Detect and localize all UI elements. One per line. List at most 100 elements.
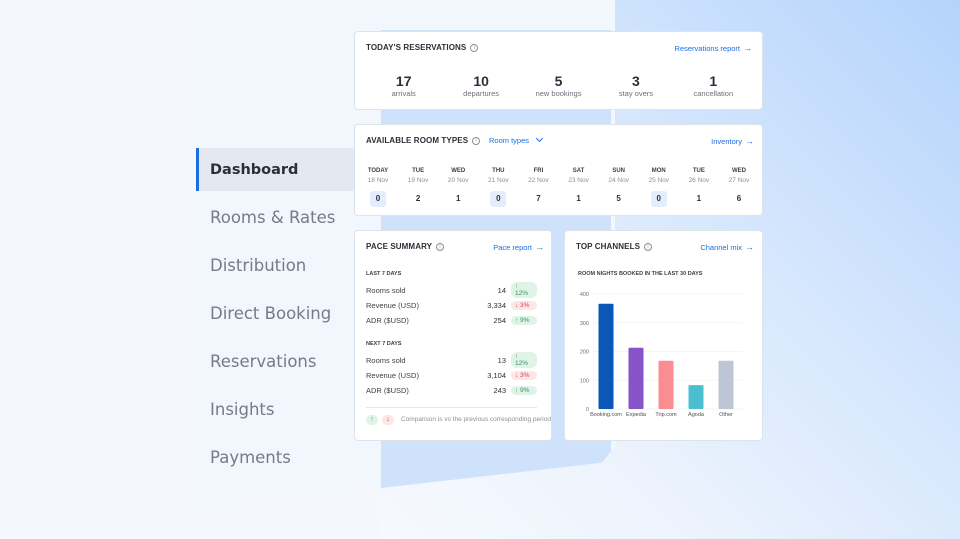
day-name: TUE: [692, 168, 705, 174]
day-column[interactable]: TUE 26 Nov 1: [684, 167, 714, 207]
available-count: 6: [736, 194, 742, 203]
pace-row: ADR ($USD) 243 ↑ 9%: [366, 383, 537, 397]
card-title: PACE SUMMARY i: [366, 242, 445, 251]
available-count: 0: [370, 191, 386, 207]
sidebar-item-direct-booking[interactable]: Direct Booking: [196, 292, 354, 335]
comparison-legend: ↑ ↓ Comparison is vs the previous corres…: [366, 415, 551, 425]
metric-value: 3,104: [487, 370, 506, 380]
day-date: 25 Nov: [648, 177, 670, 184]
card-title: AVAILABLE ROOM TYPES i: [366, 136, 481, 145]
day-name: FRI: [533, 168, 544, 174]
arrow-up-icon: ↑: [366, 415, 378, 425]
stat-label: departures: [463, 89, 500, 98]
day-column[interactable]: WED 27 Nov 6: [724, 167, 754, 207]
availability-days: TODAY 18 Nov 0 TUE 19 Nov 2 WED 20 Nov 1 TH…: [363, 167, 754, 207]
room-types-dropdown[interactable]: Room types: [489, 134, 544, 145]
inventory-link[interactable]: Inventory →: [711, 136, 754, 146]
day-column[interactable]: THU 21 Nov 0: [483, 167, 513, 207]
top-channels-card: TOP CHANNELS i Channel mix → ROOM NIGHTS …: [564, 230, 763, 441]
bar-trip-com[interactable]: [658, 360, 674, 409]
bar-other[interactable]: [718, 360, 734, 409]
arrow-right-icon: →: [745, 242, 754, 252]
stat-stay-overs[interactable]: 3 stay overs: [597, 73, 674, 99]
y-tick-label: 0: [586, 407, 589, 413]
metric-value: 254: [493, 315, 506, 325]
metric-value: 14: [497, 285, 506, 295]
info-icon[interactable]: i: [644, 242, 653, 251]
channel-mix-link[interactable]: Channel mix →: [700, 242, 754, 252]
stat-label: stay overs: [618, 89, 654, 98]
available-count: 5: [616, 194, 621, 203]
arrow-down-icon: ↓: [382, 415, 394, 425]
available-count: 1: [576, 194, 581, 203]
sidebar-item-payments[interactable]: Payments: [196, 436, 354, 479]
sidebar-item-rooms-rates[interactable]: Rooms & Rates: [196, 196, 354, 239]
day-name: THU: [492, 168, 505, 174]
day-date: 20 Nov: [447, 177, 469, 184]
day-column[interactable]: SAT 23 Nov 1: [564, 167, 594, 207]
day-date: 21 Nov: [488, 177, 509, 184]
arrow-right-icon: →: [745, 136, 754, 146]
stat-new-bookings[interactable]: 5 new bookings: [520, 73, 597, 99]
bar-expedia[interactable]: [628, 347, 644, 409]
change-badge: ↑ 9%: [511, 315, 537, 325]
stat-value: 17: [395, 73, 412, 89]
day-name: SAT: [572, 168, 585, 174]
stat-value: 10: [473, 73, 489, 89]
card-title: TODAY'S RESERVATIONS i: [366, 43, 479, 52]
bar-booking-com[interactable]: [598, 303, 614, 409]
stat-departures[interactable]: 10 departures: [442, 73, 519, 99]
info-icon[interactable]: i: [470, 43, 479, 52]
stat-label: arrivals: [391, 89, 416, 98]
available-room-types-card: AVAILABLE ROOM TYPES i Room types Invent…: [354, 124, 763, 216]
metric-label: Revenue (USD): [366, 370, 419, 380]
change-badge: ↑ 12%: [511, 282, 537, 298]
x-tick-label: Agoda: [688, 412, 705, 418]
reservations-report-link[interactable]: Reservations report →: [675, 43, 752, 53]
metric-label: Rooms sold: [366, 285, 406, 295]
day-name: TODAY: [367, 168, 389, 174]
day-column[interactable]: FRI 22 Nov 7: [523, 167, 553, 207]
card-title: TOP CHANNELS i: [576, 242, 653, 251]
link-label: Inventory: [711, 137, 742, 146]
stat-value: 3: [632, 73, 640, 89]
metric-label: ADR ($USD): [366, 315, 409, 325]
day-column[interactable]: WED 20 Nov 1: [443, 167, 473, 207]
stat-arrivals[interactable]: 17 arrivals: [365, 73, 442, 99]
arrow-right-icon: →: [743, 43, 752, 53]
day-name: TUE: [412, 168, 425, 174]
stat-label: cancellation: [693, 89, 734, 98]
sidebar-item-insights[interactable]: Insights: [196, 388, 354, 431]
stat-cancellation[interactable]: 1 cancellation: [675, 73, 752, 99]
pace-row: Revenue (USD) 3,104 ↓ 3%: [366, 368, 537, 382]
sidebar-item-dashboard[interactable]: Dashboard: [196, 148, 354, 191]
bar-agoda[interactable]: [688, 385, 704, 409]
section-heading-last-7-days: LAST 7 DAYS: [366, 271, 402, 277]
day-name: WED: [451, 168, 466, 174]
day-date: 26 Nov: [688, 177, 710, 184]
stat-label: new bookings: [535, 89, 582, 98]
x-tick-label: Other: [719, 412, 733, 418]
sidebar-item-distribution[interactable]: Distribution: [196, 244, 354, 287]
pace-row: Revenue (USD) 3,334 ↓ 3%: [366, 298, 537, 312]
available-count: 1: [696, 194, 702, 203]
link-label: Pace report: [493, 243, 532, 252]
metric-value: 243: [493, 385, 506, 395]
y-tick-label: 200: [580, 350, 589, 356]
day-column[interactable]: MON 25 Nov 0: [644, 167, 674, 207]
day-column[interactable]: SUN 24 Nov 5: [604, 167, 634, 207]
change-badge: ↓ 3%: [511, 300, 537, 310]
info-icon[interactable]: i: [472, 136, 481, 145]
day-date: 19 Nov: [407, 177, 429, 184]
pace-row: ADR ($USD) 254 ↑ 9%: [366, 313, 537, 327]
day-column[interactable]: TUE 19 Nov 2: [403, 167, 433, 207]
sidebar-item-reservations[interactable]: Reservations: [196, 340, 354, 383]
stat-value: 5: [554, 73, 563, 89]
info-icon[interactable]: i: [436, 242, 445, 251]
day-column[interactable]: TODAY 18 Nov 0: [363, 167, 393, 207]
divider: [366, 407, 537, 408]
pace-report-link[interactable]: Pace report →: [493, 242, 544, 252]
change-badge: ↑ 9%: [511, 385, 537, 395]
reservation-stats: 17 arrivals 10 departures 5 new bookings 3s…: [355, 73, 762, 99]
day-name: SUN: [612, 168, 625, 174]
